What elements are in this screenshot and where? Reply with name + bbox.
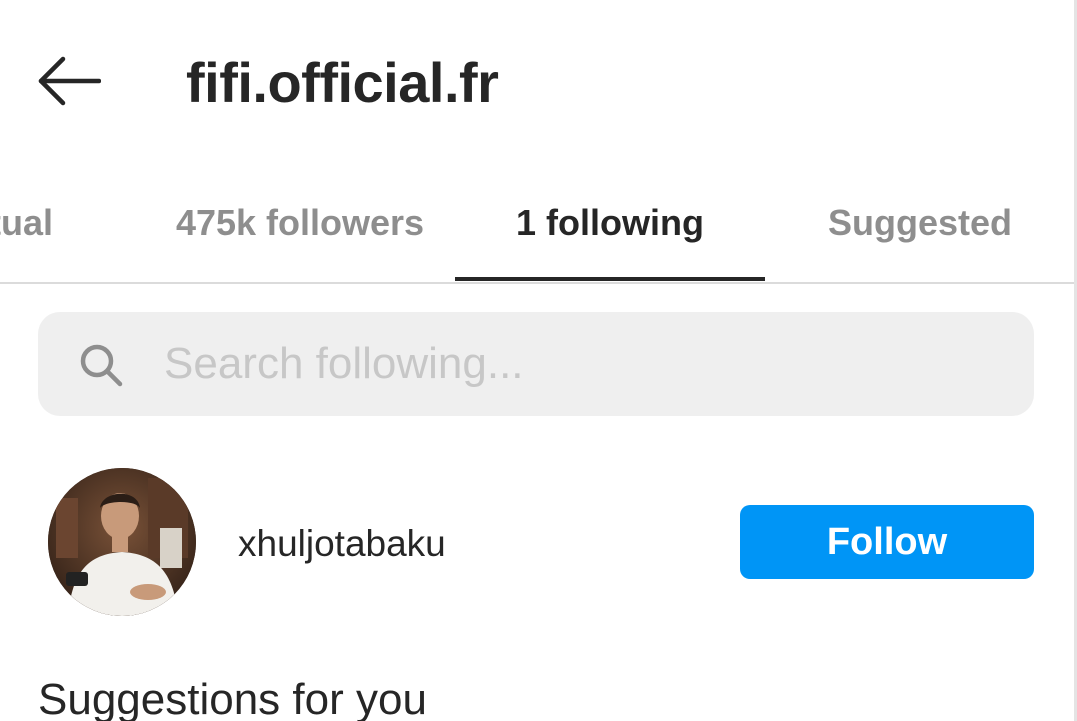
following-screen: fifi.official.fr Mutual 475k followers 1… [0, 0, 1077, 721]
list-item[interactable]: xhuljotabaku Follow [0, 460, 1074, 626]
follow-button[interactable]: Follow [740, 505, 1034, 579]
suggestions-heading: Suggestions for you [38, 675, 427, 721]
back-button[interactable] [34, 52, 104, 110]
tab-bar: Mutual 475k followers 1 following Sugges… [0, 165, 1074, 284]
header: fifi.official.fr [0, 0, 1074, 165]
page-title: fifi.official.fr [186, 51, 499, 114]
avatar-photo-icon [48, 468, 196, 616]
tab-suggested[interactable]: Suggested [765, 165, 1075, 280]
tab-following[interactable]: 1 following [455, 165, 765, 280]
search-icon [80, 344, 123, 387]
active-tab-indicator [455, 277, 765, 281]
username[interactable]: xhuljotabaku [238, 522, 446, 566]
avatar[interactable] [48, 468, 196, 616]
search-bar[interactable] [38, 312, 1034, 416]
search-input[interactable] [164, 334, 1004, 394]
tab-mutual[interactable]: Mutual [0, 165, 150, 280]
tab-followers[interactable]: 475k followers [145, 165, 455, 280]
arrow-left-icon [38, 56, 101, 106]
